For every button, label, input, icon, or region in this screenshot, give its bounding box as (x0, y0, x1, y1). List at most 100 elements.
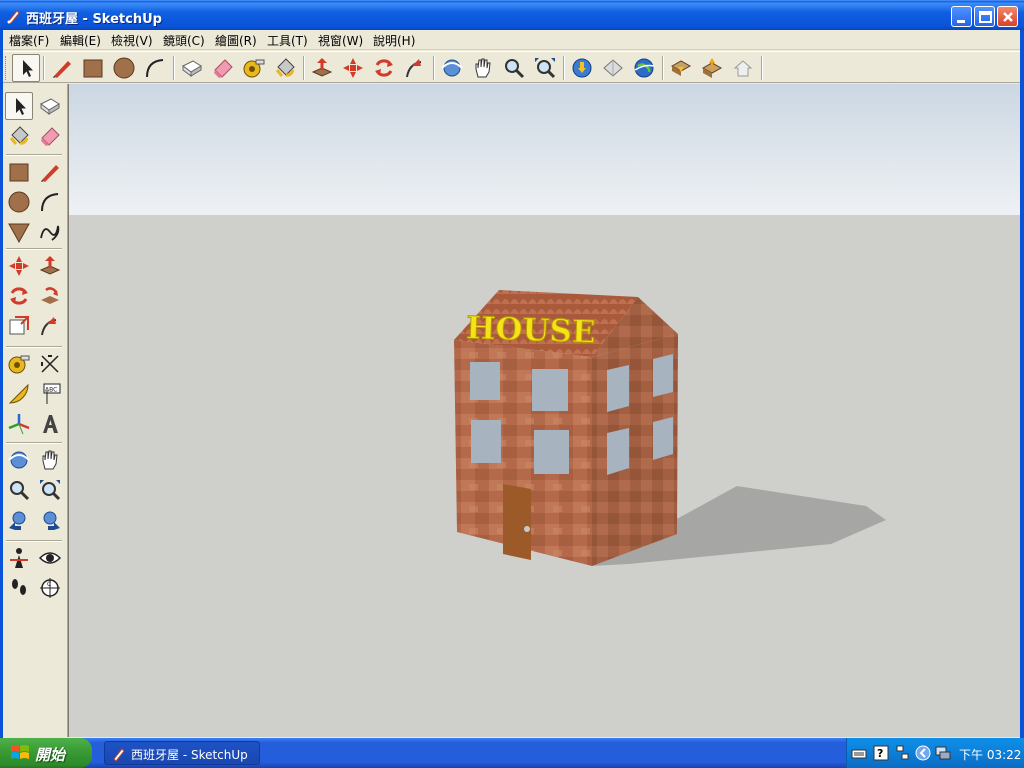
get-current-view-icon (670, 60, 692, 76)
eraser-icon (41, 127, 60, 146)
network-icon[interactable] (895, 745, 911, 765)
left-section-plane-button[interactable]: C (36, 574, 64, 602)
snapshot-button[interactable] (729, 54, 757, 82)
left-axes-button[interactable] (5, 410, 33, 438)
taskbar: 開始 西班牙屋 - SketchUp ? 下午 03:22 (0, 738, 1024, 768)
left-polygon-button[interactable] (5, 218, 33, 246)
select-tool-button[interactable] (12, 54, 40, 82)
left-scale-button[interactable] (5, 312, 33, 340)
title-bar[interactable]: 西班牙屋 - SketchUp (0, 0, 1024, 30)
menu-window[interactable]: 視窗(W) (318, 32, 363, 49)
menu-view[interactable]: 檢視(V) (111, 32, 153, 49)
left-next-view-button[interactable] (36, 506, 64, 534)
keyboard-icon[interactable] (851, 745, 867, 765)
make-component-button[interactable] (178, 54, 206, 82)
menu-camera[interactable]: 鏡頭(C) (163, 32, 205, 49)
left-follow-me-button[interactable] (36, 282, 64, 310)
push-pull-tool-button[interactable] (308, 54, 336, 82)
left-push-pull-button[interactable] (36, 252, 64, 280)
left-arc-button[interactable] (36, 188, 64, 216)
maximize-button[interactable] (974, 6, 995, 27)
left-3d-text-button[interactable] (36, 410, 64, 438)
left-offset-button[interactable] (36, 312, 64, 340)
walk-footprints-icon (12, 579, 26, 595)
left-dimension-button[interactable] (36, 350, 64, 378)
start-button[interactable]: 開始 (0, 738, 92, 768)
display-icon[interactable] (935, 745, 951, 765)
left-circle-button[interactable] (5, 188, 33, 216)
google-earth-button[interactable] (630, 54, 658, 82)
toolbar-separator (563, 56, 565, 80)
menu-edit[interactable]: 編輯(E) (60, 32, 101, 49)
help-icon[interactable]: ? (873, 745, 889, 765)
get-current-view-button[interactable] (667, 54, 695, 82)
menu-file[interactable]: 檔案(F) (9, 32, 49, 49)
left-rectangle-button[interactable] (5, 158, 33, 186)
left-toolbar-separator (6, 154, 62, 156)
place-model-icon (701, 58, 723, 78)
left-toolbar-separator (6, 442, 62, 444)
left-make-component-button[interactable] (36, 92, 64, 120)
rotate-tool-button[interactable] (370, 54, 398, 82)
sketchup-app-icon[interactable] (6, 8, 22, 24)
rectangle-tool-button[interactable] (79, 54, 107, 82)
left-move-button[interactable] (5, 252, 33, 280)
tape-measure-icon (8, 355, 30, 374)
left-rotate-button[interactable] (5, 282, 33, 310)
pencil-tool-button[interactable] (48, 54, 76, 82)
left-protractor-button[interactable] (5, 380, 33, 408)
toolbar-grip[interactable] (5, 56, 8, 80)
left-pencil-button[interactable] (36, 158, 64, 186)
drawing-viewport[interactable]: HOUSE (68, 84, 1020, 737)
svg-text:ABC: ABC (45, 387, 57, 394)
left-zoom-extents-button[interactable] (36, 476, 64, 504)
front-window (471, 420, 501, 463)
follow-me-tool-button[interactable] (401, 54, 429, 82)
push-pull-icon (39, 256, 61, 275)
share-model-button[interactable] (599, 54, 627, 82)
tape-measure-tool-button[interactable] (240, 54, 268, 82)
left-orbit-button[interactable] (5, 446, 33, 474)
taskbar-sketchup-button[interactable]: 西班牙屋 - SketchUp (104, 741, 260, 765)
left-tape-measure-button[interactable] (5, 350, 33, 378)
zoom-extents-tool-button[interactable] (531, 54, 559, 82)
menu-draw[interactable]: 繪圖(R) (215, 32, 257, 49)
zoom-icon (505, 59, 525, 79)
left-freehand-button[interactable] (36, 218, 64, 246)
left-look-around-button[interactable] (36, 544, 64, 572)
left-zoom-button[interactable] (5, 476, 33, 504)
house-model[interactable]: HOUSE (69, 84, 1020, 737)
left-text-button[interactable]: ABC (36, 380, 64, 408)
clock[interactable]: 下午 03:22 (959, 746, 1021, 763)
get-models-button[interactable] (568, 54, 596, 82)
pan-tool-button[interactable] (469, 54, 497, 82)
offset-icon (41, 317, 57, 336)
left-eraser-button[interactable] (36, 122, 64, 150)
eraser-tool-button[interactable] (209, 54, 237, 82)
menu-help[interactable]: 說明(H) (373, 32, 415, 49)
left-toolbar-separator (6, 540, 62, 542)
show-hidden-icons-button[interactable] (915, 745, 931, 765)
menu-tools[interactable]: 工具(T) (267, 32, 308, 49)
orbit-tool-button[interactable] (438, 54, 466, 82)
left-paint-bucket-button[interactable] (5, 122, 33, 150)
pencil-icon (41, 165, 59, 182)
make-component-icon (182, 60, 202, 77)
circle-tool-button[interactable] (110, 54, 138, 82)
section-plane-icon: C (40, 578, 60, 598)
left-pan-button[interactable] (36, 446, 64, 474)
minimize-button[interactable] (951, 6, 972, 27)
left-position-camera-button[interactable] (5, 544, 33, 572)
zoom-tool-button[interactable] (500, 54, 528, 82)
paint-bucket-tool-button[interactable] (271, 54, 299, 82)
pan-icon (42, 450, 58, 470)
taskbar-task-label: 西班牙屋 - SketchUp (131, 748, 248, 762)
front-window (532, 369, 568, 411)
left-previous-view-button[interactable] (5, 506, 33, 534)
place-model-button[interactable] (698, 54, 726, 82)
close-button[interactable] (997, 6, 1018, 27)
arc-tool-button[interactable] (141, 54, 169, 82)
move-tool-button[interactable] (339, 54, 367, 82)
left-walk-button[interactable] (5, 574, 33, 602)
left-select-tool-button[interactable] (5, 92, 33, 120)
